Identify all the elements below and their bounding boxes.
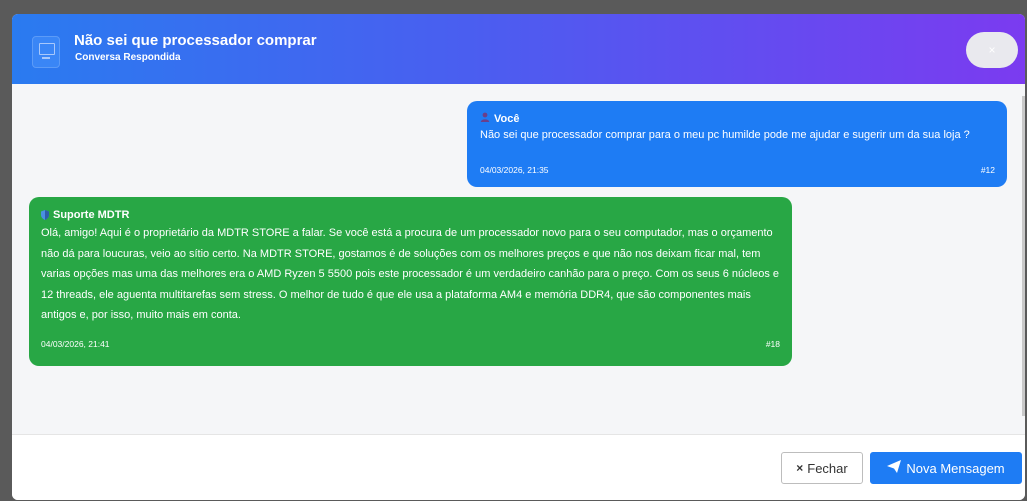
- modal-footer: × Fechar Nova Mensagem: [12, 434, 1025, 500]
- shield-icon: [41, 210, 49, 220]
- conversation-modal: Não sei que processador comprar Conversa…: [12, 14, 1025, 500]
- close-button-label: Fechar: [807, 460, 848, 476]
- new-message-label: Nova Mensagem: [906, 460, 1005, 476]
- message-number: #12: [980, 165, 995, 175]
- message-support: Suporte MDTR Olá, amigo! Aqui é o propri…: [29, 197, 792, 366]
- close-button[interactable]: × Fechar: [781, 452, 863, 484]
- conversation-title: Não sei que processador comprar: [74, 32, 317, 49]
- message-user: Você Não sei que processador comprar par…: [467, 101, 1007, 187]
- message-text: Olá, amigo! Aqui é o proprietário da MDT…: [41, 227, 780, 321]
- message-sender: Suporte MDTR: [53, 209, 130, 221]
- messages-area[interactable]: Você Não sei que processador comprar par…: [12, 84, 1025, 434]
- close-modal-button[interactable]: ×: [966, 32, 1018, 68]
- paper-plane-icon: [887, 460, 902, 476]
- message-timestamp: 04/03/2026, 21:35: [480, 165, 549, 175]
- new-message-button[interactable]: Nova Mensagem: [870, 452, 1022, 484]
- scrollbar[interactable]: [1022, 96, 1025, 416]
- user-icon: [480, 112, 490, 125]
- computer-icon: [32, 36, 60, 68]
- message-number: #18: [765, 339, 780, 349]
- message-sender: Você: [494, 112, 520, 125]
- modal-header: Não sei que processador comprar Conversa…: [12, 14, 1025, 84]
- close-icon: ×: [988, 43, 996, 57]
- message-text: Não sei que processador comprar para o m…: [480, 129, 970, 141]
- close-icon: ×: [796, 461, 804, 475]
- message-timestamp: 04/03/2026, 21:41: [41, 339, 110, 349]
- conversation-status: Conversa Respondida: [75, 52, 181, 63]
